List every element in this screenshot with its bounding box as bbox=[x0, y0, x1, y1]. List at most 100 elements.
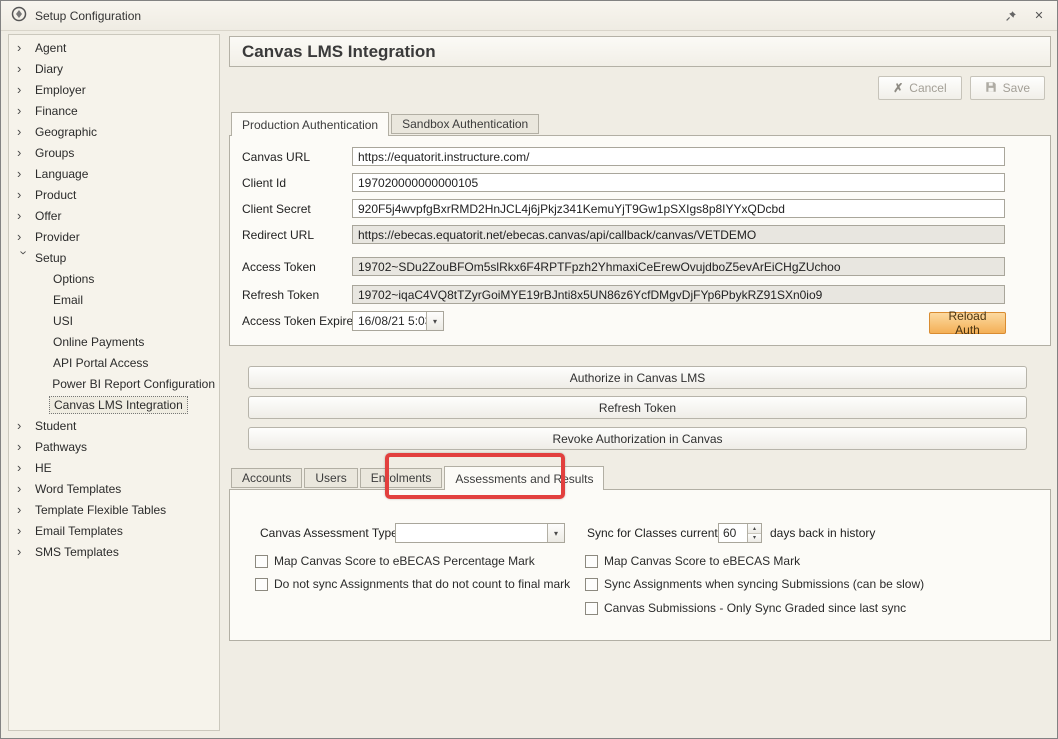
canvas-url-input[interactable] bbox=[352, 147, 1005, 166]
sidebar-item-options[interactable]: Options bbox=[9, 268, 219, 289]
token-expires-combo[interactable]: 16/08/21 5:03:23 PM ▾ bbox=[352, 311, 444, 331]
sidebar-item-agent[interactable]: ›Agent bbox=[9, 37, 219, 58]
cancel-button-label: Cancel bbox=[909, 81, 946, 95]
sidebar-item-he[interactable]: ›HE bbox=[9, 457, 219, 478]
sidebar-item-power-bi-report-configuration[interactable]: Power BI Report Configuration bbox=[9, 373, 219, 394]
sidebar-item-student[interactable]: ›Student bbox=[9, 415, 219, 436]
sidebar-item-usi[interactable]: USI bbox=[9, 310, 219, 331]
checkbox-row-only-sync-graded[interactable]: Canvas Submissions - Only Sync Graded si… bbox=[585, 601, 906, 615]
close-icon[interactable]: ✕ bbox=[1031, 8, 1047, 24]
sidebar-item-employer[interactable]: ›Employer bbox=[9, 79, 219, 100]
authorize-canvas-button[interactable]: Authorize in Canvas LMS bbox=[248, 366, 1027, 389]
redirect-url-label: Redirect URL bbox=[242, 228, 314, 242]
redirect-url-input[interactable] bbox=[352, 225, 1005, 244]
spinner-up-icon[interactable]: ▴ bbox=[748, 524, 761, 534]
sync-days-value: 60 bbox=[719, 524, 747, 542]
sidebar-item-label: Provider bbox=[31, 229, 84, 245]
sidebar-item-pathways[interactable]: ›Pathways bbox=[9, 436, 219, 457]
sidebar-item-finance[interactable]: ›Finance bbox=[9, 100, 219, 121]
sidebar-item-email-templates[interactable]: ›Email Templates bbox=[9, 520, 219, 541]
spinner-down-icon[interactable]: ▾ bbox=[748, 534, 761, 543]
expand-arrow-icon[interactable]: › bbox=[17, 83, 31, 96]
expand-arrow-icon[interactable]: › bbox=[17, 188, 31, 201]
sync-days-spinner[interactable]: 60 ▴ ▾ bbox=[718, 523, 762, 543]
sidebar-item-geographic[interactable]: ›Geographic bbox=[9, 121, 219, 142]
sidebar-item-email[interactable]: Email bbox=[9, 289, 219, 310]
tab-accounts[interactable]: Accounts bbox=[231, 468, 302, 488]
expand-arrow-icon[interactable]: › bbox=[17, 146, 31, 159]
expand-arrow-icon[interactable]: › bbox=[17, 62, 31, 75]
cancel-button[interactable]: ✗ Cancel bbox=[878, 76, 961, 100]
checkbox-icon[interactable] bbox=[585, 555, 598, 568]
toolbar: ✗ Cancel Save bbox=[229, 76, 1045, 100]
checkbox-icon[interactable] bbox=[255, 578, 268, 591]
chevron-down-icon[interactable]: ▾ bbox=[547, 524, 564, 542]
sidebar-item-setup[interactable]: ›Setup bbox=[9, 247, 219, 268]
expand-arrow-icon[interactable]: › bbox=[17, 41, 31, 54]
sidebar-item-offer[interactable]: ›Offer bbox=[9, 205, 219, 226]
sidebar-item-label: Options bbox=[49, 271, 98, 287]
sidebar-item-diary[interactable]: ›Diary bbox=[9, 58, 219, 79]
sidebar-item-canvas-lms-integration[interactable]: Canvas LMS Integration bbox=[9, 394, 219, 415]
expand-arrow-icon[interactable]: › bbox=[17, 461, 31, 474]
access-token-input[interactable] bbox=[352, 257, 1005, 276]
pin-icon[interactable] bbox=[1003, 8, 1019, 24]
access-token-label: Access Token bbox=[242, 260, 316, 274]
revoke-authorization-button[interactable]: Revoke Authorization in Canvas bbox=[248, 427, 1027, 450]
assessment-type-combo[interactable]: ▾ bbox=[395, 523, 565, 543]
checkbox-row-do-not-sync-assignments[interactable]: Do not sync Assignments that do not coun… bbox=[255, 577, 570, 591]
expand-arrow-icon[interactable]: › bbox=[17, 524, 31, 537]
expand-arrow-icon[interactable]: › bbox=[17, 104, 31, 117]
assessments-panel: Canvas Assessment Type ▾ Sync for Classe… bbox=[229, 489, 1051, 641]
sidebar-item-product[interactable]: ›Product bbox=[9, 184, 219, 205]
chevron-down-icon[interactable]: ▾ bbox=[426, 312, 443, 330]
client-id-label: Client Id bbox=[242, 176, 286, 190]
checkbox-row-map-percentage-mark[interactable]: Map Canvas Score to eBECAS Percentage Ma… bbox=[255, 554, 535, 568]
sidebar-item-label: Email bbox=[49, 292, 87, 308]
reload-auth-button[interactable]: Reload Auth bbox=[929, 312, 1006, 334]
expand-arrow-icon[interactable]: › bbox=[17, 545, 31, 558]
sidebar-item-word-templates[interactable]: ›Word Templates bbox=[9, 478, 219, 499]
checkbox-icon[interactable] bbox=[255, 555, 268, 568]
expand-arrow-icon[interactable]: › bbox=[17, 167, 31, 180]
authentication-panel: Canvas URL Client Id Client Secret Redir… bbox=[229, 135, 1051, 346]
expand-arrow-icon[interactable]: › bbox=[17, 125, 31, 138]
tab-sandbox-authentication[interactable]: Sandbox Authentication bbox=[391, 114, 539, 134]
sidebar-item-groups[interactable]: ›Groups bbox=[9, 142, 219, 163]
sidebar-item-online-payments[interactable]: Online Payments bbox=[9, 331, 219, 352]
sidebar-item-sms-templates[interactable]: ›SMS Templates bbox=[9, 541, 219, 562]
canvas-url-label: Canvas URL bbox=[242, 150, 310, 164]
tab-enrolments[interactable]: Enrolments bbox=[360, 468, 443, 488]
assessment-type-label: Canvas Assessment Type bbox=[260, 526, 398, 540]
client-secret-input[interactable] bbox=[352, 199, 1005, 218]
refresh-token-button[interactable]: Refresh Token bbox=[248, 396, 1027, 419]
sidebar-item-api-portal-access[interactable]: API Portal Access bbox=[9, 352, 219, 373]
expand-arrow-icon[interactable]: › bbox=[17, 482, 31, 495]
checkbox-label: Sync Assignments when syncing Submission… bbox=[604, 577, 924, 591]
sidebar-item-provider[interactable]: ›Provider bbox=[9, 226, 219, 247]
titlebar: Setup Configuration ✕ bbox=[1, 1, 1057, 31]
collapse-arrow-icon[interactable]: › bbox=[18, 251, 31, 265]
token-expires-label: Access Token Expires bbox=[242, 314, 359, 328]
expand-arrow-icon[interactable]: › bbox=[17, 230, 31, 243]
tab-assessments-and-results[interactable]: Assessments and Results bbox=[444, 466, 604, 490]
tab-users[interactable]: Users bbox=[304, 468, 357, 488]
expand-arrow-icon[interactable]: › bbox=[17, 503, 31, 516]
window-title: Setup Configuration bbox=[35, 9, 141, 23]
checkbox-row-map-ebecas-mark[interactable]: Map Canvas Score to eBECAS Mark bbox=[585, 554, 800, 568]
checkbox-icon[interactable] bbox=[585, 578, 598, 591]
sidebar-item-label: HE bbox=[31, 460, 56, 476]
client-id-input[interactable] bbox=[352, 173, 1005, 192]
tab-production-authentication[interactable]: Production Authentication bbox=[231, 112, 389, 136]
expand-arrow-icon[interactable]: › bbox=[17, 209, 31, 222]
expand-arrow-icon[interactable]: › bbox=[17, 419, 31, 432]
sidebar-item-template-flexible-tables[interactable]: ›Template Flexible Tables bbox=[9, 499, 219, 520]
sidebar-item-label: Email Templates bbox=[31, 523, 127, 539]
save-button[interactable]: Save bbox=[970, 76, 1045, 100]
checkbox-icon[interactable] bbox=[585, 602, 598, 615]
refresh-token-input[interactable] bbox=[352, 285, 1005, 304]
expand-arrow-icon[interactable]: › bbox=[17, 440, 31, 453]
sidebar-item-language[interactable]: ›Language bbox=[9, 163, 219, 184]
checkbox-row-sync-assignments-submissions[interactable]: Sync Assignments when syncing Submission… bbox=[585, 577, 924, 591]
setup-configuration-window: Setup Configuration ✕ ›Agent ›Diary ›Emp… bbox=[0, 0, 1058, 739]
